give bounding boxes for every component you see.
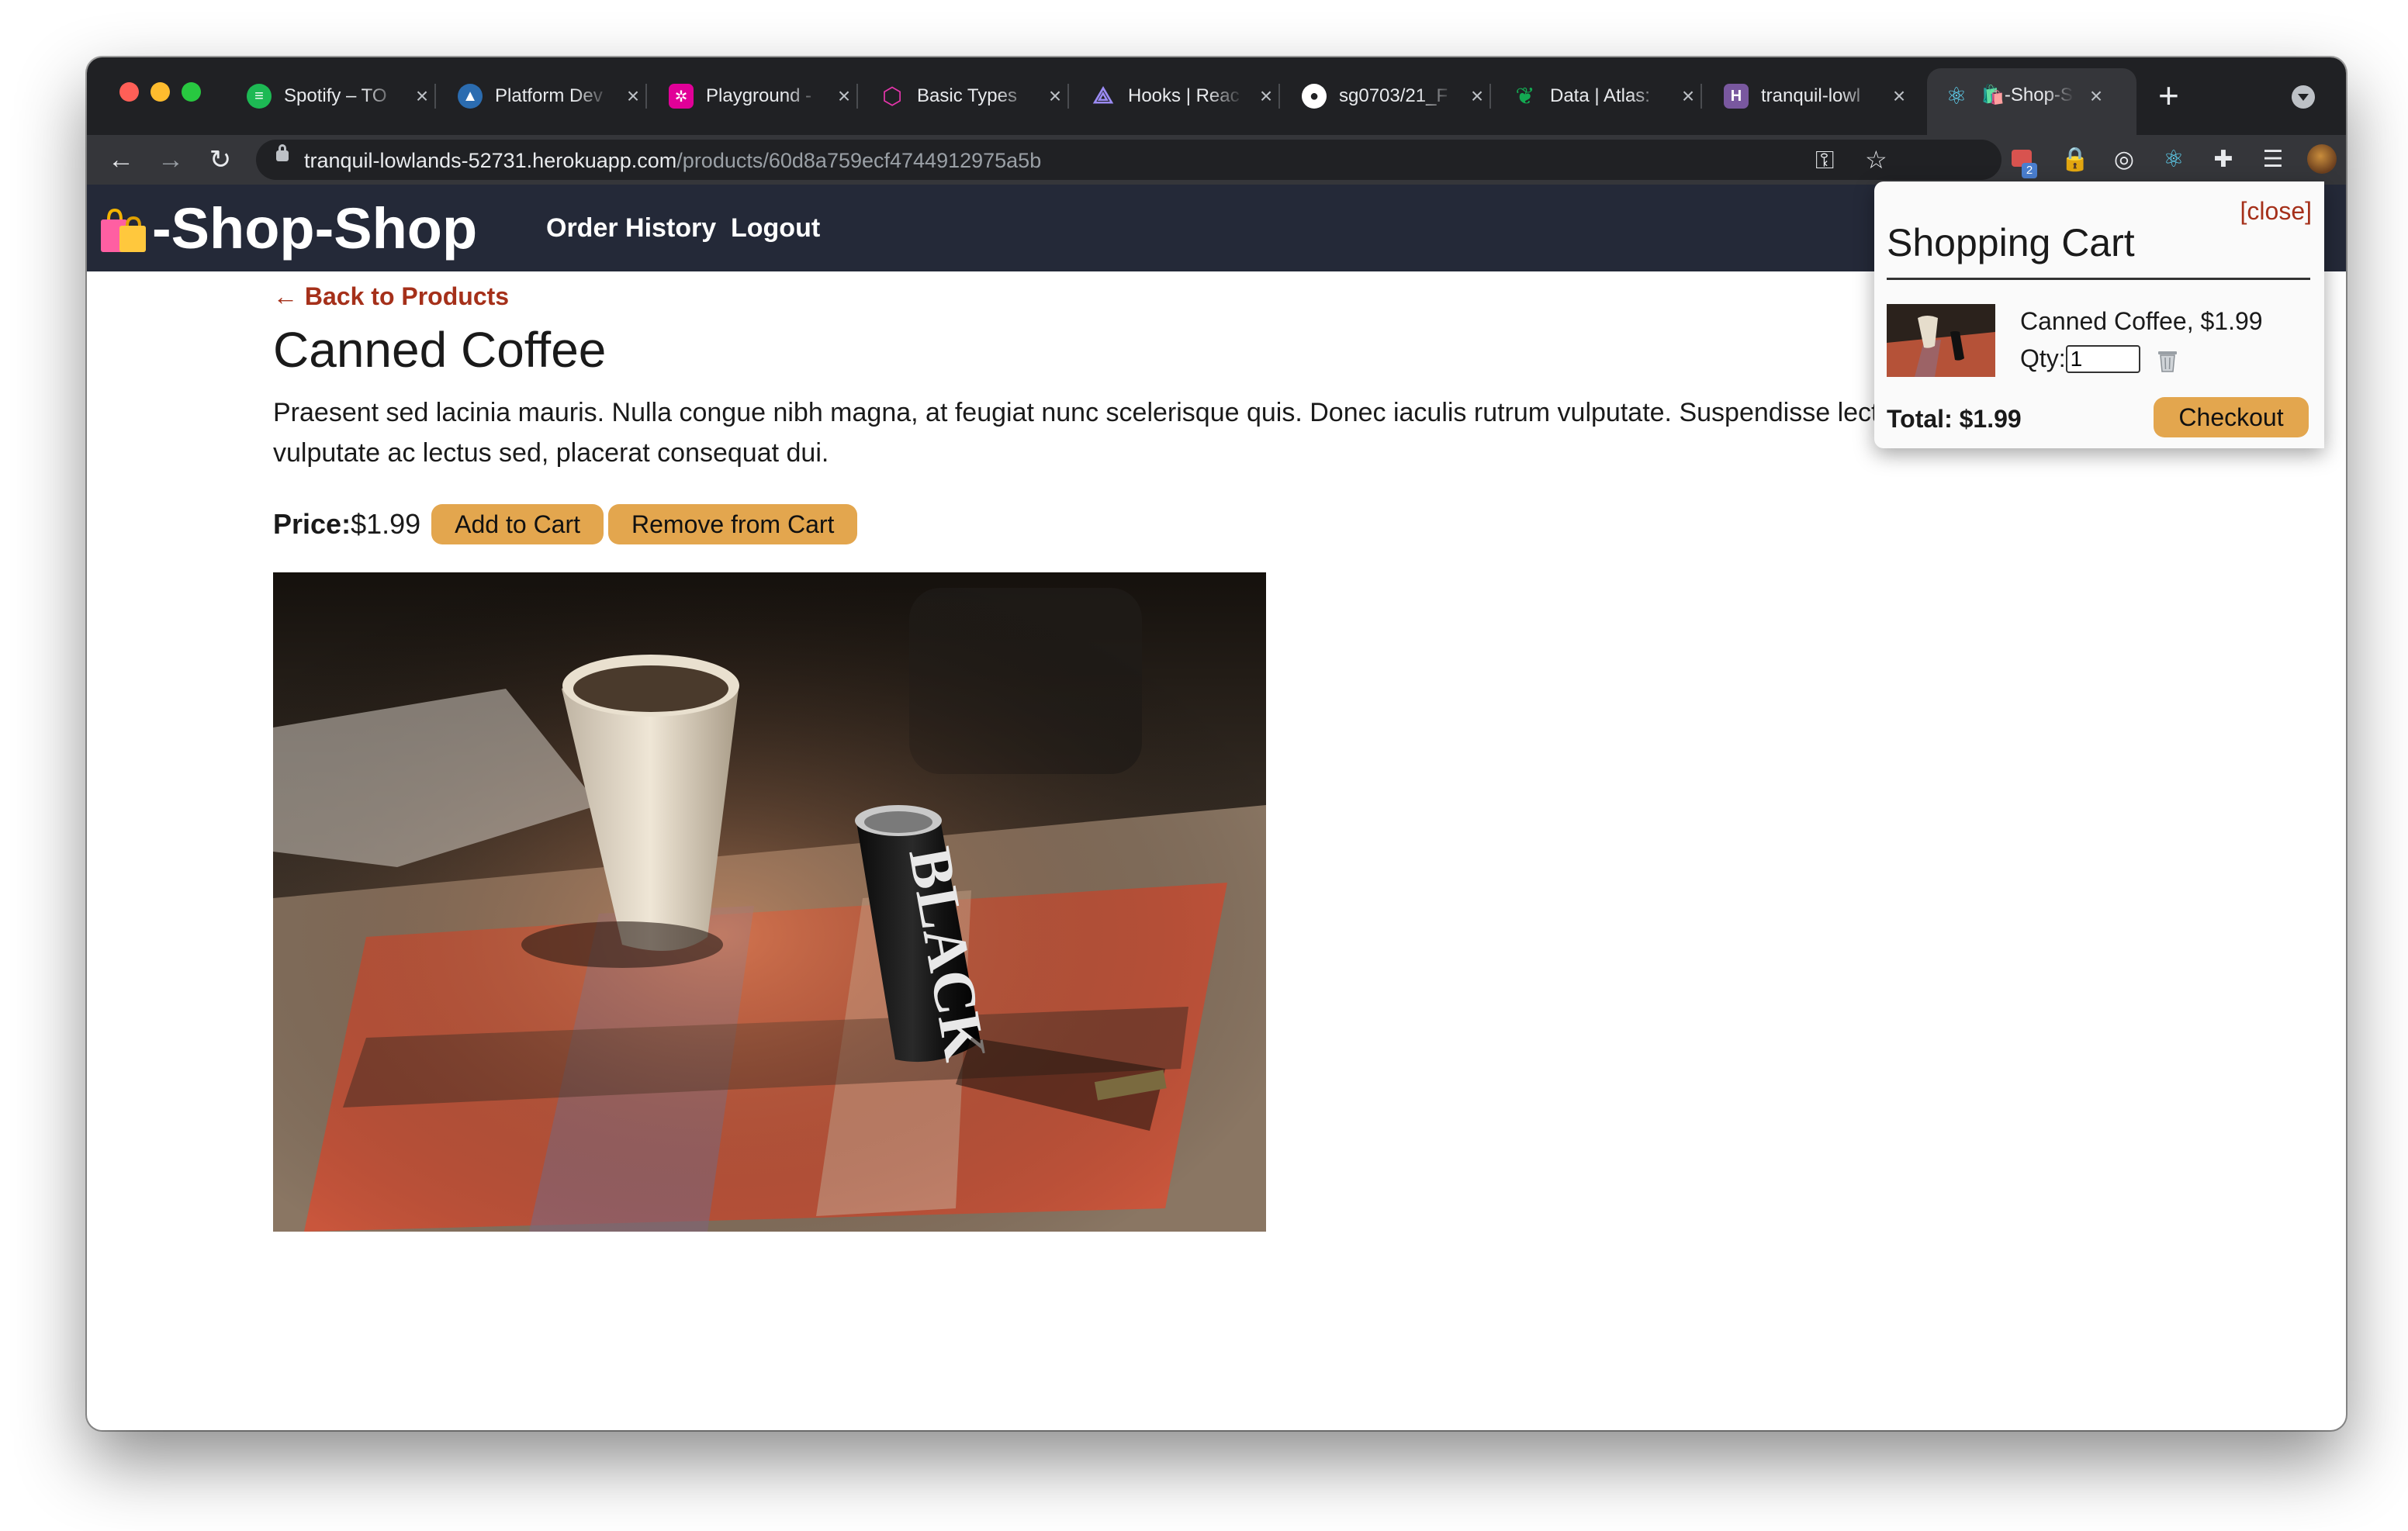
back-to-products-link[interactable]: ← Back to Products	[273, 282, 509, 311]
price-row: Price: $1.99 Add to Cart Remove from Car…	[273, 503, 858, 546]
site-logo[interactable]: -Shop-Shop	[98, 192, 477, 264]
nav-logout[interactable]: Logout	[731, 185, 820, 271]
spotify-icon: ≡	[247, 84, 272, 109]
tab-hooks-react[interactable]: ⟁ Hooks | Reac ×	[1091, 68, 1280, 124]
tab-search-icon[interactable]	[2292, 85, 2315, 109]
tab-separator	[1067, 84, 1069, 109]
new-tab-button[interactable]: +	[2158, 74, 2179, 116]
qty-label: Qty:	[2020, 344, 2066, 372]
tab-separator	[1489, 84, 1491, 109]
tab-title: Basic Types	[917, 85, 1017, 106]
tab-close-icon[interactable]: ×	[1466, 84, 1488, 109]
tab-title: Hooks | Reac	[1128, 85, 1240, 106]
tab-title: Spotify – TO	[284, 85, 387, 106]
tab-separator	[1700, 84, 1702, 109]
apollo-icon: ⟁	[1092, 83, 1114, 109]
github-icon: ●	[1302, 84, 1327, 109]
tab-title: sg0703/21_F	[1339, 85, 1448, 106]
target-extension-icon[interactable]: ◎	[2110, 146, 2138, 174]
graphql-playground-icon: ✲	[669, 84, 694, 109]
shopping-bags-icon	[101, 209, 146, 252]
close-window-button[interactable]	[119, 82, 139, 102]
tab-close-icon[interactable]: ×	[1677, 84, 1699, 109]
cart-total: Total: $1.99	[1887, 405, 2022, 433]
extensions-puzzle-icon[interactable]: ✚	[2209, 146, 2237, 174]
tab-platform-dev[interactable]: ▲ Platform Dev ×	[458, 68, 647, 124]
tab-title: Platform Dev	[495, 85, 603, 106]
tab-close-icon[interactable]: ×	[833, 84, 855, 109]
tab-separator	[1278, 84, 1280, 109]
cart-close-link[interactable]: [close]	[2240, 197, 2312, 226]
react-icon: ⚛	[1946, 83, 1967, 109]
tab-title: 🛍️-Shop-Sh	[1981, 85, 2074, 105]
remove-from-cart-button[interactable]: Remove from Cart	[608, 504, 858, 544]
brand-text: -Shop-Shop	[152, 195, 478, 261]
price-label: Price:	[273, 508, 351, 540]
tab-close-icon[interactable]: ×	[2085, 84, 2107, 109]
browser-window: ≡ Spotify – TO × ▲ Platform Dev × ✲ Play…	[87, 57, 2346, 1430]
profile-avatar[interactable]	[2307, 144, 2337, 174]
tab-separator	[856, 84, 858, 109]
tab-github[interactable]: ● sg0703/21_F ×	[1302, 68, 1491, 124]
tab-title: Data | Atlas:	[1550, 85, 1650, 106]
tab-atlas[interactable]: ❦ Data | Atlas: ×	[1513, 68, 1702, 124]
add-to-cart-button[interactable]: Add to Cart	[431, 504, 604, 544]
padlock-extension-icon[interactable]: 🔒	[2060, 146, 2089, 174]
react-devtools-icon[interactable]: ⚛	[2160, 146, 2188, 174]
tab-title: Playground -	[706, 85, 812, 106]
tab-close-icon[interactable]: ×	[1044, 84, 1066, 109]
checkout-button[interactable]: Checkout	[2154, 397, 2309, 437]
minimize-window-button[interactable]	[150, 82, 170, 102]
reload-icon[interactable]: ↻	[202, 141, 239, 178]
product-title: Canned Coffee	[273, 322, 607, 378]
cart-title: Shopping Cart	[1887, 221, 2135, 264]
tab-separator	[434, 84, 436, 109]
bookmark-star-icon[interactable]: ☆	[1865, 146, 1887, 174]
tab-strip: ≡ Spotify – TO × ▲ Platform Dev × ✲ Play…	[87, 57, 2346, 135]
tab-playground[interactable]: ✲ Playground - ×	[669, 68, 858, 124]
cart-item-name: Canned Coffee, $1.99	[2020, 307, 2263, 335]
url-text: tranquil-lowlands-52731.herokuapp.com/pr…	[304, 149, 1042, 172]
shopping-cart-panel: [close] Shopping Cart Canned Coffee, $1.…	[1874, 181, 2324, 448]
price-value: $1.99	[351, 508, 421, 540]
cart-item-qty-row: Qty:	[2020, 344, 2179, 373]
lock-icon	[276, 144, 289, 161]
product-description: Praesent sed lacinia mauris. Nulla congu…	[273, 398, 1971, 468]
address-bar[interactable]: tranquil-lowlands-52731.herokuapp.com/pr…	[256, 140, 2001, 180]
media-queue-icon[interactable]: ☰	[2259, 146, 2287, 174]
tab-basic-types[interactable]: ⬡ Basic Types ×	[880, 68, 1069, 124]
tab-close-icon[interactable]: ×	[1888, 84, 1910, 109]
tab-close-icon[interactable]: ×	[411, 84, 433, 109]
graphql-icon: ⬡	[881, 83, 903, 109]
qty-input[interactable]	[2065, 344, 2140, 373]
tab-separator	[645, 84, 647, 109]
cart-item-thumbnail	[1887, 304, 1995, 377]
nav-order-history[interactable]: Order History	[546, 185, 716, 271]
zoom-window-button[interactable]	[182, 82, 201, 102]
tab-shop-shop[interactable]: ⚛ 🛍️-Shop-Sh ×	[1927, 68, 2136, 135]
tab-close-icon[interactable]: ×	[1255, 84, 1277, 109]
browser-toolbar: ← → ↻ tranquil-lowlands-52731.herokuapp.…	[87, 135, 2346, 185]
cart-divider	[1887, 278, 2310, 280]
heroku-icon: H	[1724, 84, 1749, 109]
back-arrow-icon[interactable]: ←	[102, 141, 140, 178]
tab-spotify[interactable]: ≡ Spotify – TO ×	[247, 68, 436, 124]
forward-arrow-icon[interactable]: →	[152, 141, 189, 178]
key-icon[interactable]: ⚿	[1815, 146, 1834, 174]
extension-badge-icon[interactable]: 2	[2009, 146, 2037, 178]
mongodb-leaf-icon: ❦	[1515, 83, 1535, 109]
trash-icon[interactable]	[2156, 348, 2179, 373]
tab-title: tranquil-lowl	[1761, 85, 1861, 106]
tab-close-icon[interactable]: ×	[622, 84, 644, 109]
tab-heroku[interactable]: H tranquil-lowl ×	[1724, 68, 1910, 124]
product-image: BLACK	[273, 572, 1266, 1232]
platform-icon: ▲	[458, 84, 483, 109]
